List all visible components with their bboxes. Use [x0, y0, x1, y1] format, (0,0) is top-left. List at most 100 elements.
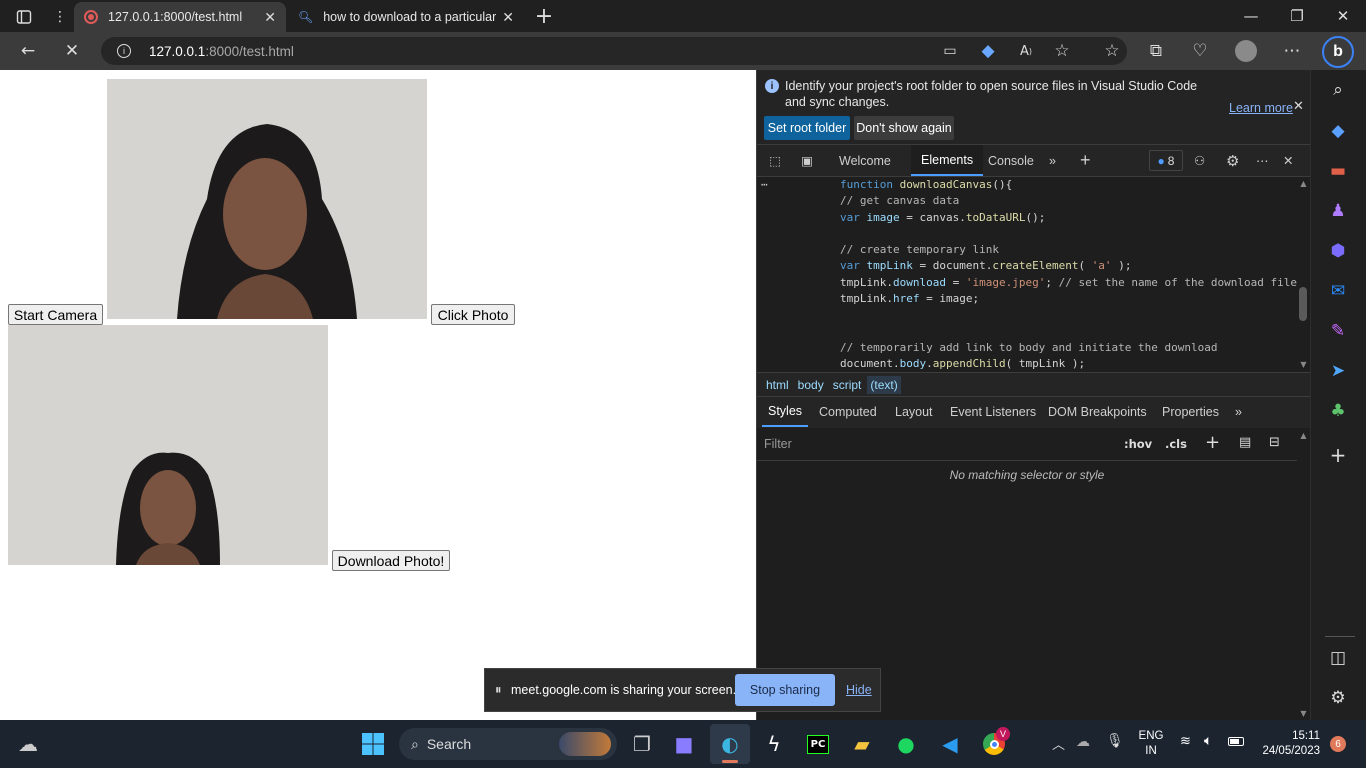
add-favorite-icon[interactable]: ☆ — [1044, 32, 1080, 70]
add-tab-icon[interactable]: + — [1080, 145, 1091, 176]
tab-menu-icon[interactable]: ⋮ — [52, 6, 68, 28]
crumb-body[interactable]: body — [798, 378, 824, 392]
close-devtools-icon[interactable]: ✕ — [1283, 145, 1299, 176]
notification-badge[interactable]: 6 — [1330, 736, 1346, 752]
language-indicator[interactable]: ENG IN — [1134, 729, 1168, 759]
drag-handle-icon[interactable]: ⏸ — [495, 682, 502, 698]
battery-icon[interactable] — [1228, 737, 1244, 746]
code-scrollbar[interactable]: ▲ ▼ — [1297, 177, 1310, 370]
crumb-text[interactable]: (text) — [867, 375, 901, 394]
wifi-icon[interactable]: ≋ — [1180, 734, 1191, 749]
microsoft365-icon[interactable]: ⬢ — [1320, 233, 1356, 269]
camera-in-use-icon[interactable]: ▭ — [932, 32, 968, 70]
site-info-icon[interactable]: i — [117, 44, 131, 58]
new-tab-button[interactable]: + — [532, 4, 556, 29]
close-tab-icon[interactable]: ✕ — [264, 9, 276, 26]
vscode-icon[interactable]: ◀ — [930, 724, 970, 764]
stop-loading-icon[interactable]: ✕ — [54, 32, 90, 70]
person-video-frame — [107, 79, 427, 319]
click-photo-button[interactable]: Click Photo — [431, 304, 515, 325]
sidebar-settings-icon[interactable]: ⚙ — [1320, 680, 1356, 716]
send-icon[interactable]: ➤ — [1320, 353, 1356, 389]
inspect-element-icon[interactable]: ⬚ — [764, 145, 786, 176]
teams-icon[interactable]: ■ — [664, 724, 704, 764]
add-sidebar-app-icon[interactable]: + — [1320, 437, 1356, 473]
bolt-app-icon[interactable]: ϟ — [754, 724, 794, 764]
taskbar-search[interactable]: ⌕ Search — [399, 728, 617, 760]
tab-layout[interactable]: Layout — [895, 397, 933, 427]
tab-styles[interactable]: Styles — [762, 397, 809, 427]
new-style-rule-icon[interactable]: + — [1205, 432, 1220, 453]
tab-elements[interactable]: Elements — [911, 145, 984, 176]
designer-icon[interactable]: ✎ — [1320, 313, 1356, 349]
toggle-sidebar-icon[interactable]: ⊟ — [1269, 435, 1280, 450]
shopping-icon[interactable]: ◆ — [1320, 113, 1356, 149]
set-root-folder-button[interactable]: Set root folder — [764, 116, 850, 140]
clock[interactable]: 15:11 24/05/2023 — [1250, 729, 1320, 759]
minimize-button[interactable]: — — [1228, 0, 1274, 32]
more-tabs-icon[interactable]: » — [1049, 145, 1065, 176]
stop-sharing-button[interactable]: Stop sharing — [735, 674, 835, 706]
spotify-icon[interactable]: ● — [886, 724, 926, 764]
games-icon[interactable]: ♟ — [1320, 193, 1356, 229]
code-scroll-thumb[interactable] — [1299, 287, 1307, 321]
tab-actions-icon[interactable] — [10, 6, 38, 28]
close-window-button[interactable]: ✕ — [1320, 0, 1366, 32]
outlook-icon[interactable]: ✉ — [1320, 273, 1356, 309]
start-icon[interactable] — [353, 724, 393, 764]
weather-icon[interactable]: ☁ — [8, 724, 48, 764]
close-tab-icon[interactable]: ✕ — [502, 9, 514, 26]
styles-filter-input[interactable]: Filter — [757, 428, 1112, 460]
tab-localhost[interactable]: 127.0.0.1:8000/test.html ✕ — [74, 2, 286, 32]
styles-scrollbar[interactable]: ▲ ▼ — [1297, 428, 1310, 720]
crumb-html[interactable]: html — [766, 378, 789, 392]
onedrive-icon[interactable]: ☁ — [1076, 734, 1090, 750]
device-toolbar-icon[interactable]: ▣ — [796, 145, 818, 176]
connections-icon[interactable]: ⚇ — [1194, 145, 1214, 176]
task-view-icon[interactable]: ❐ — [622, 724, 662, 764]
tab-title: how to download to a particular — [323, 10, 497, 24]
collections-icon[interactable]: ⧉ — [1138, 32, 1174, 70]
search-icon[interactable]: ⌕ — [1320, 72, 1356, 108]
cls-toggle[interactable]: .cls — [1165, 437, 1187, 451]
more-styles-tabs-icon[interactable]: » — [1235, 397, 1242, 427]
tab-console[interactable]: Console — [988, 145, 1034, 176]
profile-avatar[interactable] — [1228, 32, 1264, 70]
tab-event-listeners[interactable]: Event Listeners — [950, 397, 1036, 427]
tag-icon[interactable]: ◆ — [970, 32, 1006, 70]
download-photo-button[interactable]: Download Photo! — [332, 550, 450, 571]
hide-link[interactable]: Hide — [846, 683, 872, 697]
performance-icon[interactable]: ♡ — [1182, 32, 1218, 70]
bing-chat-icon[interactable]: b — [1322, 36, 1354, 68]
close-infobar-icon[interactable]: ✕ — [1293, 98, 1304, 114]
tree-icon[interactable]: ♣ — [1320, 393, 1356, 429]
tab-welcome[interactable]: Welcome — [839, 145, 891, 176]
issues-badge[interactable]: ● 8 — [1149, 150, 1183, 171]
tab-properties[interactable]: Properties — [1162, 397, 1219, 427]
element-state-icon[interactable]: ▤ — [1239, 435, 1251, 450]
microphone-icon[interactable]: 🎙︎ — [1106, 733, 1124, 749]
pycharm-icon[interactable]: PC — [798, 724, 838, 764]
favorites-icon[interactable]: ☆ — [1094, 32, 1130, 70]
tab-computed[interactable]: Computed — [819, 397, 877, 427]
show-hidden-icons[interactable]: ︿ — [1052, 734, 1065, 753]
tab-dom-breakpoints[interactable]: DOM Breakpoints — [1048, 397, 1147, 427]
elements-source[interactable]: ⋯ function downloadCanvas(){// get canva… — [757, 177, 1297, 370]
devtools-more-icon[interactable]: ⋯ — [1256, 145, 1276, 176]
hide-sidebar-icon[interactable]: ◫ — [1320, 640, 1356, 676]
read-aloud-icon[interactable]: A) — [1008, 32, 1044, 70]
more-menu-icon[interactable]: ⋯ — [1274, 32, 1310, 70]
crumb-script[interactable]: script — [833, 378, 862, 392]
hov-toggle[interactable]: :hov — [1124, 437, 1152, 451]
tools-icon[interactable]: ▬ — [1320, 153, 1356, 189]
tab-search[interactable]: 🔍︎ how to download to a particular ✕ — [288, 2, 524, 32]
file-explorer-icon[interactable]: ▰ — [842, 724, 882, 764]
edge-icon[interactable]: ◐ — [710, 724, 750, 764]
settings-icon[interactable]: ⚙ — [1226, 145, 1246, 176]
back-icon[interactable]: ← — [10, 32, 46, 70]
restore-button[interactable]: ❐ — [1274, 0, 1320, 32]
volume-icon[interactable]: 🔈︎ — [1204, 733, 1212, 749]
learn-more-link[interactable]: Learn more — [1229, 101, 1293, 115]
start-camera-button[interactable]: Start Camera — [8, 304, 103, 325]
dont-show-again-button[interactable]: Don't show again — [854, 116, 954, 140]
